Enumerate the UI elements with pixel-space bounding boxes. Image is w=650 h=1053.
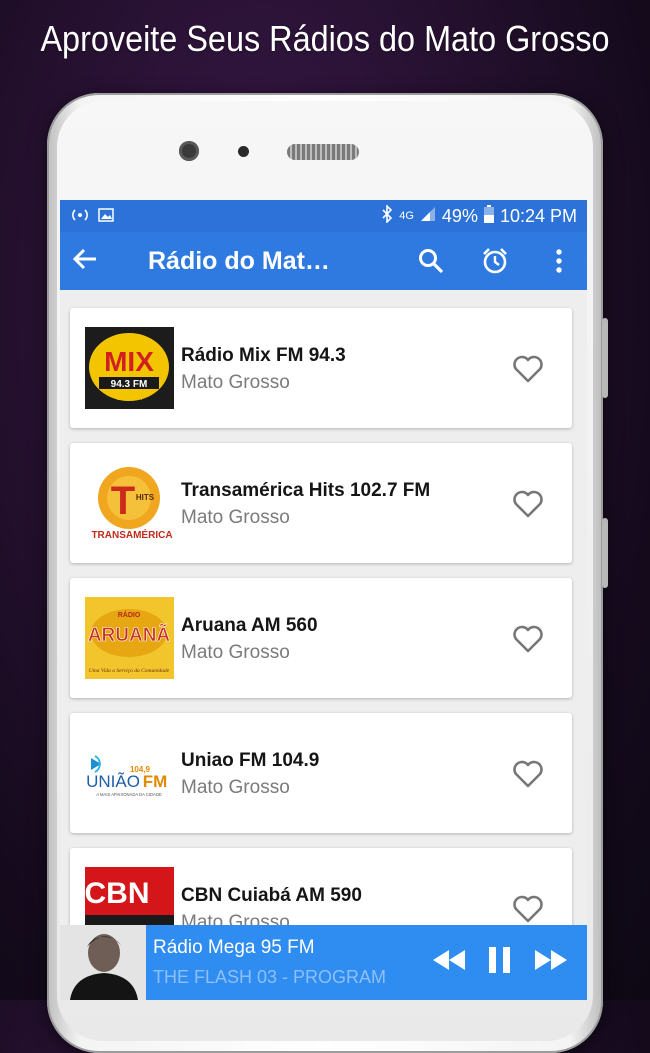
logo-text: T [111, 479, 135, 523]
logo-text: Uma Vida a Serviço da Comunidade [89, 668, 170, 674]
logo-text: A MAIS APAIXONADA DA CIDADE [96, 792, 162, 797]
heart-outline-icon [513, 760, 543, 788]
arrow-left-icon [72, 248, 96, 270]
favorite-button[interactable] [512, 354, 544, 384]
page-title: Rádio do Mat… [148, 246, 330, 275]
station-logo-uniao: 104,9 UNIÃO FM A MAIS APAIXONADA DA CIDA… [85, 732, 174, 814]
rewind-button[interactable] [431, 948, 467, 977]
station-name: Aruana AM 560 [181, 615, 318, 636]
pause-button[interactable] [487, 946, 513, 979]
logo-text: CUIABÁ [116, 393, 142, 402]
fast-forward-icon [535, 950, 567, 970]
now-playing-artwork [60, 925, 146, 1000]
favorite-button[interactable] [512, 759, 544, 789]
search-icon [419, 249, 444, 274]
status-bar: 4G 49% 10:24 PM [60, 200, 587, 232]
rewind-icon [433, 950, 465, 970]
station-card[interactable]: MIX 94.3 FM CUIABÁ Rádio Mix FM 94.3 Mat… [70, 308, 572, 428]
logo-text: CBN [85, 877, 150, 910]
station-card[interactable]: T HITS TRANSAMÉRICA Transamérica Hits 10… [70, 443, 572, 563]
signal-icon [420, 206, 436, 227]
station-name: Transamérica Hits 102.7 FM [181, 480, 431, 501]
image-icon [98, 207, 114, 225]
battery-icon [483, 204, 494, 228]
fast-forward-button[interactable] [533, 948, 569, 977]
clock: 10:24 PM [499, 205, 577, 226]
station-logo-mix: MIX 94.3 FM CUIABÁ [85, 327, 174, 409]
heart-outline-icon [513, 490, 543, 518]
logo-text: RÁDIO [118, 610, 141, 619]
station-name: Rádio Mix FM 94.3 [181, 345, 346, 366]
proximity-sensor [238, 146, 249, 157]
search-button[interactable] [415, 245, 447, 277]
battery-percent: 49% [441, 205, 478, 226]
heart-outline-icon [513, 895, 543, 923]
logo-text: MIX [104, 346, 154, 377]
station-card[interactable]: 104,9 UNIÃO FM A MAIS APAIXONADA DA CIDA… [70, 713, 572, 833]
station-name: CBN Cuiabá AM 590 [181, 885, 362, 906]
station-logo-transamerica: T HITS TRANSAMÉRICA [85, 462, 174, 544]
station-region: Mato Grosso [181, 642, 290, 663]
logo-text: UNIÃO [86, 772, 140, 791]
mini-player[interactable]: Rádio Mega 95 FM THE FLASH 03 - PROGRAM [60, 925, 587, 1000]
alarm-button[interactable] [479, 245, 511, 277]
hotspot-icon [70, 208, 90, 225]
more-vert-icon [556, 249, 562, 273]
more-button[interactable] [543, 245, 575, 277]
station-region: Mato Grosso [181, 777, 290, 798]
favorite-button[interactable] [512, 489, 544, 519]
station-card[interactable]: RÁDIO ARUANÃ Uma Vida a Serviço da Comun… [70, 578, 572, 698]
earpiece-speaker [287, 144, 359, 160]
back-button[interactable] [72, 245, 112, 277]
app-bar: Rádio do Mat… [60, 232, 587, 290]
favorite-button[interactable] [512, 624, 544, 654]
heart-outline-icon [513, 355, 543, 383]
logo-text: TRANSAMÉRICA [91, 528, 172, 541]
station-list: MIX 94.3 FM CUIABÁ Rádio Mix FM 94.3 Mat… [70, 308, 572, 983]
station-logo-aruana: RÁDIO ARUANÃ Uma Vida a Serviço da Comun… [85, 597, 174, 679]
volume-button [602, 318, 608, 398]
promo-headline: Aproveite Seus Rádios do Mato Grosso [40, 18, 610, 59]
bluetooth-icon [381, 203, 393, 228]
station-name: Uniao FM 104.9 [181, 750, 320, 771]
station-region: Mato Grosso [181, 372, 290, 393]
power-button [602, 518, 608, 588]
logo-text: HITS [136, 493, 155, 502]
now-playing-station: Rádio Mega 95 FM [153, 937, 315, 958]
pause-icon [489, 947, 510, 973]
alarm-clock-icon [483, 248, 507, 274]
favorite-button[interactable] [512, 894, 544, 924]
phone-screen: 4G 49% 10:24 PM Rádio do Mat… MIX 94.3 F… [60, 200, 587, 1000]
network-type: 4G [399, 210, 414, 222]
logo-text: 94.3 FM [111, 379, 148, 390]
station-region: Mato Grosso [181, 507, 290, 528]
logo-text: ARUANÃ [88, 624, 171, 646]
now-playing-track: THE FLASH 03 - PROGRAM [153, 967, 387, 987]
front-camera [179, 141, 199, 161]
heart-outline-icon [513, 625, 543, 653]
logo-text: FM [143, 772, 168, 791]
